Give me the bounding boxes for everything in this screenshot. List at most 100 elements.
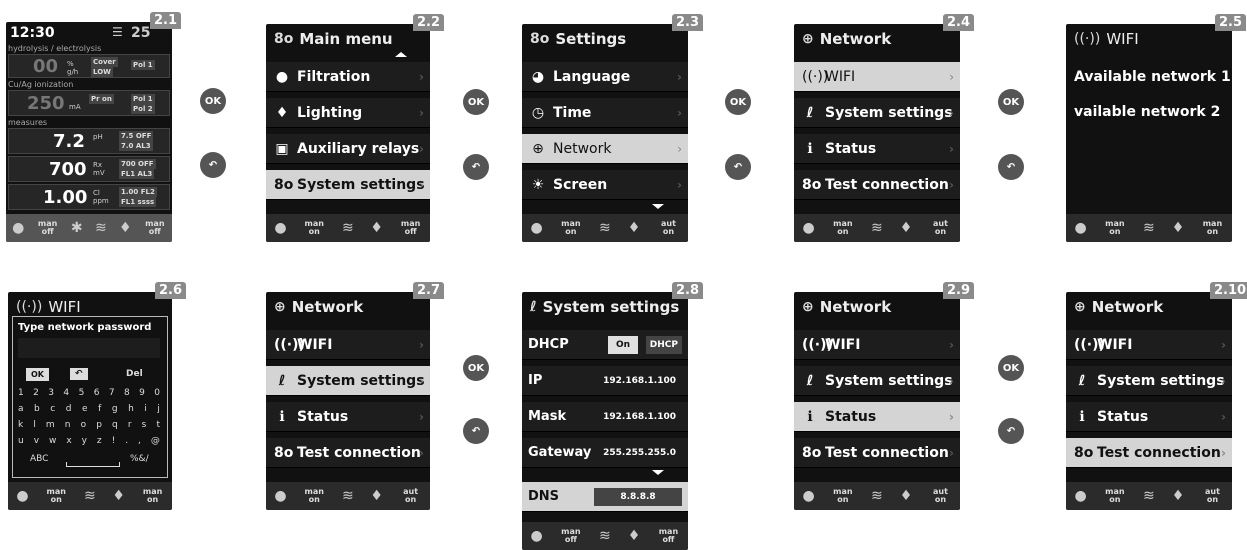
info-icon: ℹ [807, 140, 813, 157]
lighting-icon[interactable]: ♦ [370, 488, 383, 504]
screen-2-8: ℓ System settings DHCP On DHCP IP 192.168… [522, 292, 688, 550]
wifi-icon: ((·)) [16, 299, 43, 315]
wifi-icon[interactable]: ≋ [342, 488, 354, 504]
keyboard-abc-key[interactable]: ABC [30, 454, 48, 464]
ok-button[interactable]: OK [200, 88, 226, 114]
back-button[interactable]: ↶ [998, 418, 1024, 444]
ip-value[interactable]: 192.168.1.100 [597, 372, 682, 390]
menu-item-wifi[interactable]: ((·)) WIFI › [266, 330, 430, 360]
lighting-icon[interactable]: ♦ [900, 220, 913, 236]
back-button[interactable]: ↶ [463, 154, 489, 180]
filtration-icon[interactable]: ● [803, 488, 815, 504]
filtration-icon[interactable]: ● [531, 528, 543, 544]
menu-item-wifi[interactable]: ((·)) WIFI › [794, 62, 960, 92]
filtration-icon[interactable]: ● [16, 488, 28, 504]
back-button[interactable]: ↶ [200, 152, 226, 178]
menu-item-status[interactable]: ℹ Status › [794, 134, 960, 164]
menu-item-language[interactable]: ◕ Language › [522, 62, 688, 92]
menu-item-status[interactable]: ℹ Status › [1066, 402, 1232, 432]
filtration-icon[interactable]: ● [1075, 488, 1087, 504]
network-icon: ⊕ [802, 31, 814, 47]
dhcp-value[interactable]: DHCP [645, 335, 682, 354]
filtration-icon[interactable]: ● [531, 220, 543, 236]
network-icon: ⊕ [532, 140, 544, 157]
mask-row[interactable]: Mask 192.168.1.100 [522, 402, 688, 432]
keyboard-back-key[interactable]: ↶ [70, 368, 88, 380]
menu-item-lighting[interactable]: ♦ Lighting › [266, 98, 430, 128]
keyboard-symbols-key[interactable]: %&/ [130, 454, 149, 464]
menu-item-wifi[interactable]: ((·)) WIFI › [794, 330, 960, 360]
menu-item-test-connection[interactable]: 8o Test connection › [794, 438, 960, 468]
menu-item-system-settings[interactable]: ℓ System settings › [1066, 366, 1232, 396]
ok-button[interactable]: OK [463, 355, 489, 381]
filtration-icon[interactable]: ● [1075, 220, 1087, 236]
cl-row[interactable]: 1.00 Cl ppm 1.00 FL2 FL1 ssss [8, 184, 170, 210]
lighting-icon[interactable]: ♦ [119, 220, 132, 236]
rx-row[interactable]: 700 Rx mV 700 OFF FL1 AL3 [8, 156, 170, 182]
filtration-icon[interactable]: ● [274, 488, 286, 504]
dns-row[interactable]: DNS 8.8.8.8 [522, 482, 688, 512]
menu-item-status[interactable]: ℹ Status › [794, 402, 960, 432]
dhcp-on-option[interactable]: On [607, 335, 638, 354]
ionization-row[interactable]: 250 mA Pr on Pol 1 Pol 2 [8, 90, 170, 116]
ph-row[interactable]: 7.2 pH 7.5 OFF 7.0 AL3 [8, 128, 170, 154]
back-button[interactable]: ↶ [725, 154, 751, 180]
ok-button[interactable]: OK [998, 89, 1024, 115]
password-input[interactable] [18, 338, 160, 358]
menu-item-system-settings[interactable]: 8o System settings › [266, 170, 430, 200]
ip-row[interactable]: IP 192.168.1.100 [522, 366, 688, 396]
wifi-icon[interactable]: ≋ [599, 528, 611, 544]
wifi-icon[interactable]: ≋ [1143, 220, 1155, 236]
keyboard-ok-key[interactable]: OK [26, 368, 49, 381]
menu-item-filtration[interactable]: ● Filtration › [266, 62, 430, 92]
menu-item-test-connection[interactable]: 8o Test connection › [1066, 438, 1232, 468]
ph-value: 7.2 [53, 131, 85, 152]
network-option-2[interactable]: vailable network 2 [1074, 104, 1220, 120]
gateway-value[interactable]: 255.255.255.0 [597, 444, 682, 462]
wifi-icon[interactable]: ≋ [599, 220, 611, 236]
lighting-icon[interactable]: ♦ [628, 528, 641, 544]
network-option-1[interactable]: Available network 1 [1074, 69, 1231, 85]
lighting-icon[interactable]: ♦ [1172, 488, 1185, 504]
filtration-icon[interactable]: ● [803, 220, 815, 236]
keyboard-delete-key[interactable]: Del [126, 369, 143, 379]
menu-item-screen[interactable]: ☀ Screen › [522, 170, 688, 200]
gateway-row[interactable]: Gateway 255.255.255.0 [522, 438, 688, 468]
menu-item-system-settings[interactable]: ℓ System settings › [266, 366, 430, 396]
wifi-icon[interactable]: ≋ [342, 220, 354, 236]
back-button[interactable]: ↶ [463, 418, 489, 444]
pol-chip: Pol 1 [131, 60, 155, 70]
filtration-icon[interactable]: ● [274, 220, 286, 236]
lighting-icon[interactable]: ♦ [1172, 220, 1185, 236]
menu-item-test-connection[interactable]: 8o Test connection › [794, 170, 960, 200]
menu-item-system-settings[interactable]: ℓ System settings › [794, 366, 960, 396]
menu-item-wifi[interactable]: ((·)) WIFI › [1066, 330, 1232, 360]
keyboard-space-key[interactable] [66, 462, 120, 467]
ok-button[interactable]: OK [725, 89, 751, 115]
menu-item-system-settings[interactable]: ℓ System settings › [794, 98, 960, 128]
hydrolysis-row[interactable]: 00 % g/h Cover LOW Pol 1 [8, 54, 170, 78]
menu-item-time[interactable]: ◷ Time › [522, 98, 688, 128]
wifi-icon[interactable]: ≋ [95, 220, 107, 236]
lighting-icon[interactable]: ♦ [628, 220, 641, 236]
wifi-icon[interactable]: ≋ [84, 488, 96, 504]
ok-button[interactable]: OK [998, 355, 1024, 381]
lighting-icon[interactable]: ♦ [370, 220, 383, 236]
ok-button[interactable]: OK [463, 89, 489, 115]
wifi-icon[interactable]: ≋ [871, 220, 883, 236]
dhcp-row[interactable]: DHCP On DHCP [522, 330, 688, 360]
wifi-icon[interactable]: ≋ [871, 488, 883, 504]
menu-item-network[interactable]: ⊕ Network › [522, 134, 688, 164]
sun-icon[interactable]: ✱ [71, 220, 83, 236]
menu-item-status[interactable]: ℹ Status › [266, 402, 430, 432]
menu-item-test-connection[interactable]: 8o Test connection › [266, 438, 430, 468]
filtration-icon[interactable]: ● [12, 220, 24, 236]
wifi-icon[interactable]: ≋ [1143, 488, 1155, 504]
menu-item-auxiliary-relays[interactable]: ▣ Auxiliary relays › [266, 134, 430, 164]
lighting-icon[interactable]: ♦ [112, 488, 125, 504]
chevron-right-icon: › [1221, 409, 1226, 424]
dns-value[interactable]: 8.8.8.8 [594, 487, 682, 506]
mask-value[interactable]: 192.168.1.100 [597, 408, 682, 426]
back-button[interactable]: ↶ [998, 154, 1024, 180]
lighting-icon[interactable]: ♦ [900, 488, 913, 504]
